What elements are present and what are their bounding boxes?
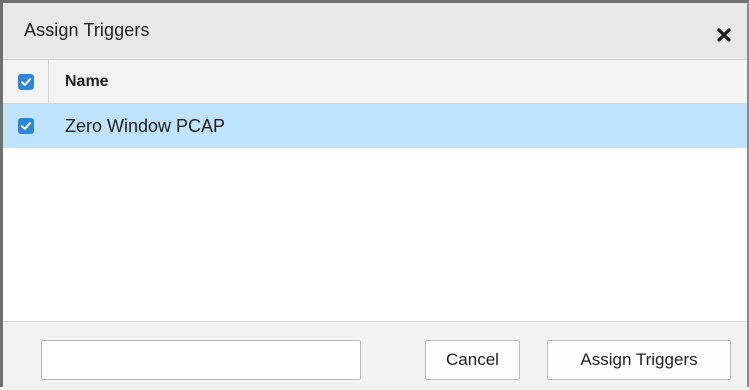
checkmark-icon bbox=[21, 78, 31, 86]
cancel-button[interactable]: Cancel bbox=[425, 340, 520, 380]
column-header-name[interactable]: Name bbox=[65, 73, 109, 91]
select-all-checkbox[interactable] bbox=[18, 74, 34, 90]
dialog-title: Assign Triggers bbox=[24, 20, 150, 40]
dialog-titlebar: Assign Triggers bbox=[3, 3, 747, 60]
table-header: Name bbox=[3, 60, 747, 104]
row-name: Zero Window PCAP bbox=[65, 116, 226, 136]
close-icon[interactable] bbox=[716, 27, 732, 43]
filter-input[interactable] bbox=[41, 340, 361, 380]
row-checkbox[interactable] bbox=[18, 118, 34, 134]
empty-list-area bbox=[3, 148, 747, 321]
checkmark-icon bbox=[21, 122, 31, 130]
assign-triggers-dialog: Assign Triggers Name Zero Window PCAP Ca… bbox=[0, 0, 749, 390]
table-row[interactable]: Zero Window PCAP bbox=[3, 104, 747, 148]
dialog-footer: Cancel Assign Triggers bbox=[3, 321, 747, 390]
column-divider bbox=[48, 60, 49, 103]
assign-triggers-button[interactable]: Assign Triggers bbox=[547, 340, 731, 380]
